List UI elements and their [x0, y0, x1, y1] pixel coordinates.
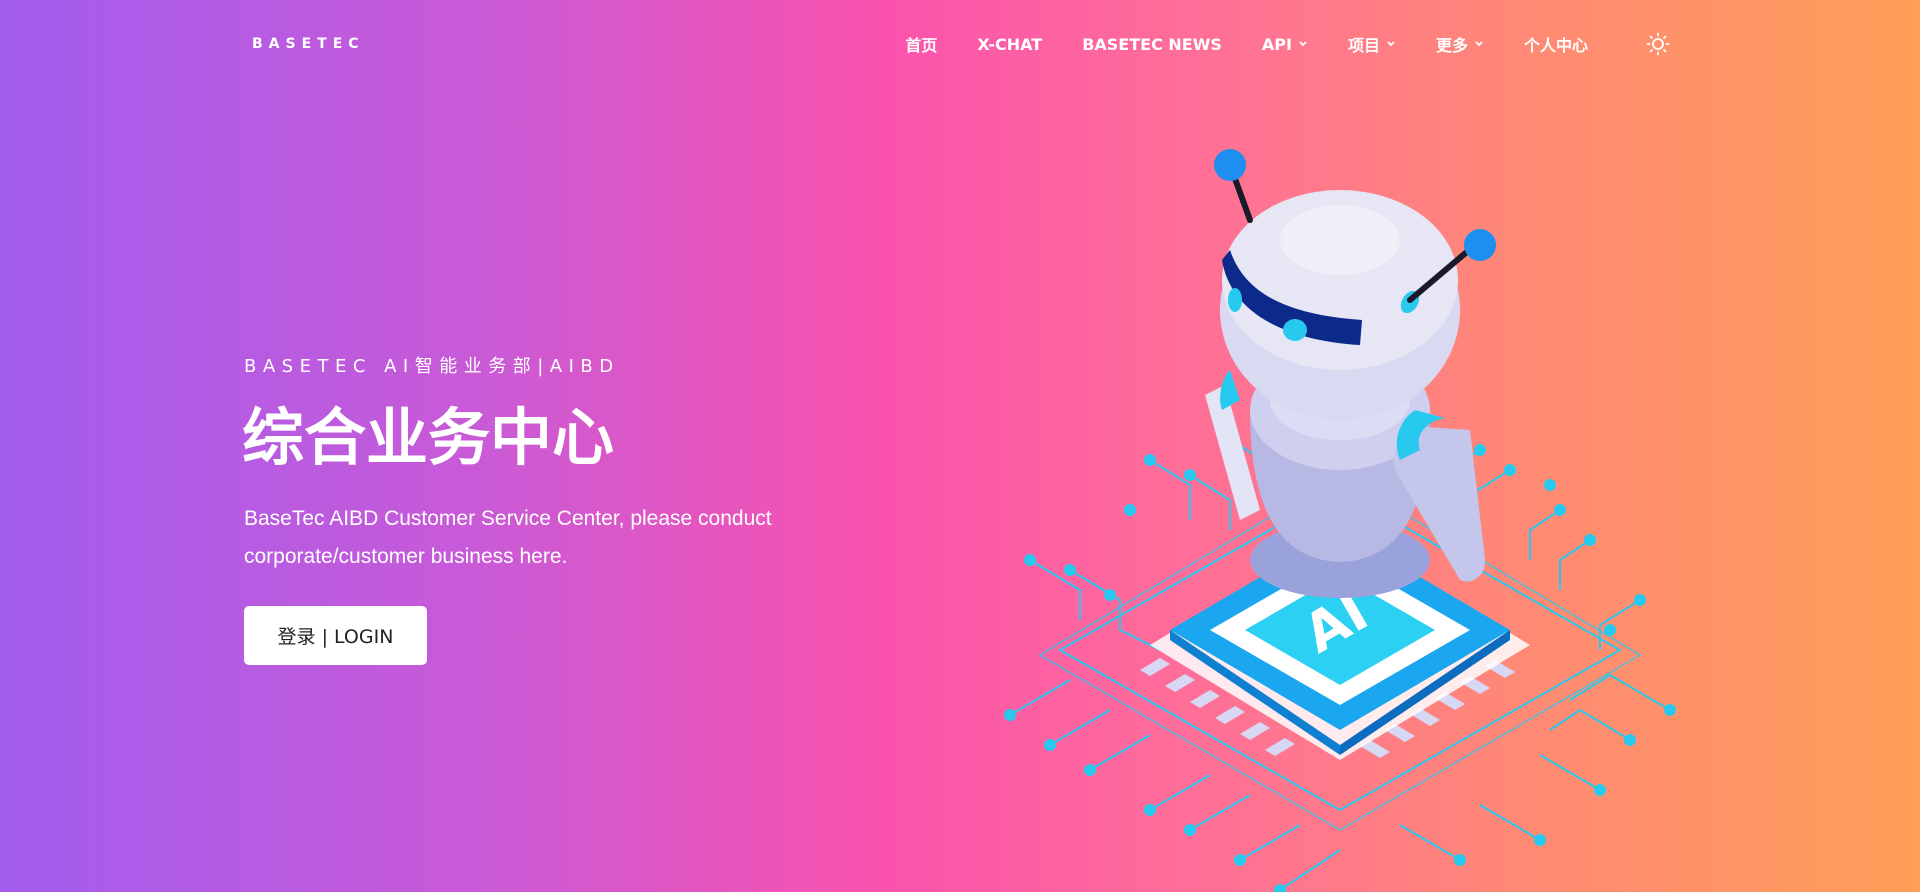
- landing-page: BASETEC 首页 X-CHAT BASETEC NEWS API 项目 更多…: [0, 0, 1920, 892]
- nav-personal-center[interactable]: 个人中心: [1524, 32, 1588, 56]
- hero-subtitle: BaseTec AIBD Customer Service Center, pl…: [244, 507, 772, 568]
- chevron-down-icon: [1299, 41, 1307, 47]
- nav-basetec-news-label: BASETEC NEWS: [1082, 34, 1222, 54]
- nav-personal-center-label: 个人中心: [1523, 36, 1588, 55]
- chevron-down-icon: [1475, 41, 1483, 47]
- robot-ai-chip-illustration: AI: [1004, 149, 1676, 892]
- hero-eyebrow: BASETEC AI智能业务部|AIBD: [244, 356, 620, 377]
- hero-title: 综合业务中心: [242, 401, 615, 474]
- sun-icon: [1646, 32, 1670, 56]
- login-button[interactable]: 登录 | LOGIN: [244, 606, 427, 665]
- nav-home-label: 首页: [905, 36, 938, 55]
- chevron-down-icon: [1387, 41, 1395, 47]
- nav-x-chat[interactable]: X-CHAT: [977, 35, 1042, 54]
- login-button-label: 登录 | LOGIN: [277, 626, 394, 648]
- nav-projects[interactable]: 项目: [1348, 32, 1396, 56]
- nav-x-chat-label: X-CHAT: [977, 34, 1043, 54]
- nav-more-label: 更多: [1435, 36, 1468, 55]
- main-nav: 首页 X-CHAT BASETEC NEWS API 项目 更多 个人中心: [865, 32, 1670, 56]
- nav-api-label: API: [1261, 34, 1292, 54]
- nav-home[interactable]: 首页: [905, 32, 937, 56]
- nav-api[interactable]: API: [1262, 35, 1308, 54]
- nav-more[interactable]: 更多: [1436, 32, 1484, 56]
- site-logo[interactable]: BASETEC: [252, 36, 365, 52]
- nav-projects-label: 项目: [1347, 36, 1380, 55]
- theme-toggle-button[interactable]: [1646, 32, 1670, 56]
- nav-basetec-news[interactable]: BASETEC NEWS: [1082, 35, 1222, 54]
